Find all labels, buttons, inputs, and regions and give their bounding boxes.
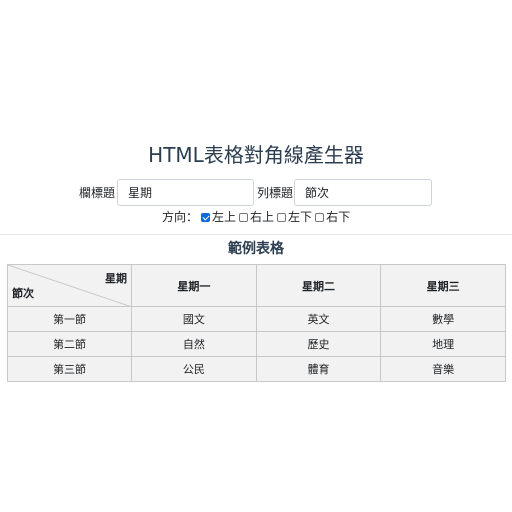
direction-option-bottom-right[interactable]: 右下 bbox=[315, 209, 350, 225]
table-cell: 國文 bbox=[131, 306, 257, 332]
direction-options: 方向： 左上 右上 左下 右下 bbox=[162, 209, 353, 225]
col-header-label: 欄標題 bbox=[79, 186, 116, 200]
direction-option-label: 右上 bbox=[250, 210, 275, 224]
col-header-input[interactable] bbox=[117, 179, 254, 206]
table-cell: 歷史 bbox=[255, 331, 382, 357]
table-header-row: 星期 節次 星期一 星期二 星期三 bbox=[7, 264, 506, 307]
example-table-title: 範例表格 bbox=[228, 241, 284, 257]
diagonal-header-cell: 星期 節次 bbox=[7, 264, 132, 307]
row-header: 第一節 bbox=[7, 306, 132, 332]
table-cell: 英文 bbox=[255, 306, 382, 332]
table-row: 第一節 國文 英文 數學 bbox=[7, 306, 506, 332]
table-cell: 音樂 bbox=[380, 356, 506, 382]
table-row: 第三節 公民 體育 音樂 bbox=[7, 356, 506, 382]
table-cell: 公民 bbox=[131, 356, 257, 382]
table-cell: 數學 bbox=[380, 306, 506, 332]
direction-option-label: 右下 bbox=[326, 210, 351, 224]
top-left-checkbox[interactable] bbox=[201, 212, 211, 222]
table-cell: 自然 bbox=[131, 331, 257, 357]
row-header-label: 列標題 bbox=[257, 186, 294, 200]
row-header: 第三節 bbox=[7, 356, 132, 382]
direction-option-label: 左下 bbox=[288, 210, 313, 224]
row-header: 第二節 bbox=[7, 331, 132, 357]
table-cell: 體育 bbox=[255, 356, 382, 382]
table-row: 第二節 自然 歷史 地理 bbox=[7, 331, 506, 357]
top-right-checkbox[interactable] bbox=[239, 212, 249, 222]
column-header: 星期一 bbox=[131, 264, 257, 307]
column-header: 星期三 bbox=[380, 264, 506, 307]
row-header-input[interactable] bbox=[294, 179, 432, 206]
direction-label: 方向： bbox=[162, 210, 199, 224]
example-table: 星期 節次 星期一 星期二 星期三 第一節 國文 英文 數學 第二節 自然 歷史… bbox=[7, 264, 506, 382]
direction-option-bottom-left[interactable]: 左下 bbox=[277, 209, 312, 225]
direction-option-top-left[interactable]: 左上 bbox=[201, 209, 236, 225]
direction-option-label: 左上 bbox=[212, 210, 237, 224]
bottom-left-checkbox[interactable] bbox=[277, 212, 287, 222]
diagonal-top-label: 星期 bbox=[105, 272, 127, 285]
direction-option-top-right[interactable]: 右上 bbox=[239, 209, 274, 225]
bottom-right-checkbox[interactable] bbox=[315, 212, 325, 222]
diagonal-bottom-label: 節次 bbox=[12, 287, 34, 300]
column-header: 星期二 bbox=[255, 264, 382, 307]
page-title: HTML表格對角線產生器 bbox=[148, 143, 364, 167]
table-cell: 地理 bbox=[380, 331, 506, 357]
